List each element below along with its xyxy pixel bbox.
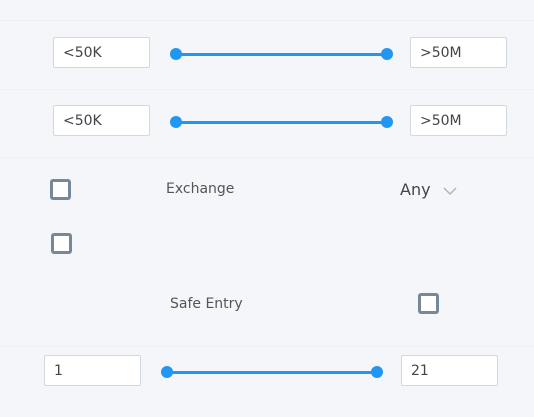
exchange-dropdown[interactable]: Any <box>400 180 465 202</box>
volume-slider-min-handle[interactable] <box>170 48 182 60</box>
exchange-value: Any <box>400 180 431 199</box>
market-cap-max-input[interactable]: >50M <box>410 105 507 136</box>
range-min-input[interactable]: 1 <box>44 355 141 386</box>
volume-slider-max-handle[interactable] <box>381 48 393 60</box>
range-slider-track[interactable] <box>167 371 378 374</box>
volume-max-input[interactable]: >50M <box>410 37 507 68</box>
divider <box>0 157 534 158</box>
divider <box>0 20 534 21</box>
chevron-down-icon <box>443 187 457 196</box>
divider <box>0 89 534 90</box>
safe-entry-label: Safe Entry <box>170 296 243 312</box>
volume-slider-track[interactable] <box>176 53 388 56</box>
exchange-label: Exchange <box>166 181 235 197</box>
range-slider-max-handle[interactable] <box>371 366 383 378</box>
exchange-checkbox[interactable] <box>50 179 71 200</box>
safe-entry-checkbox[interactable] <box>418 293 439 314</box>
market-cap-slider-max-handle[interactable] <box>381 116 393 128</box>
range-max-input[interactable]: 21 <box>401 355 498 386</box>
market-cap-slider-track[interactable] <box>176 121 388 124</box>
market-cap-slider-min-handle[interactable] <box>170 116 182 128</box>
checkbox[interactable] <box>51 233 72 254</box>
market-cap-min-input[interactable]: <50K <box>53 105 150 136</box>
volume-min-input[interactable]: <50K <box>53 37 150 68</box>
range-slider-min-handle[interactable] <box>161 366 173 378</box>
divider <box>0 346 534 347</box>
